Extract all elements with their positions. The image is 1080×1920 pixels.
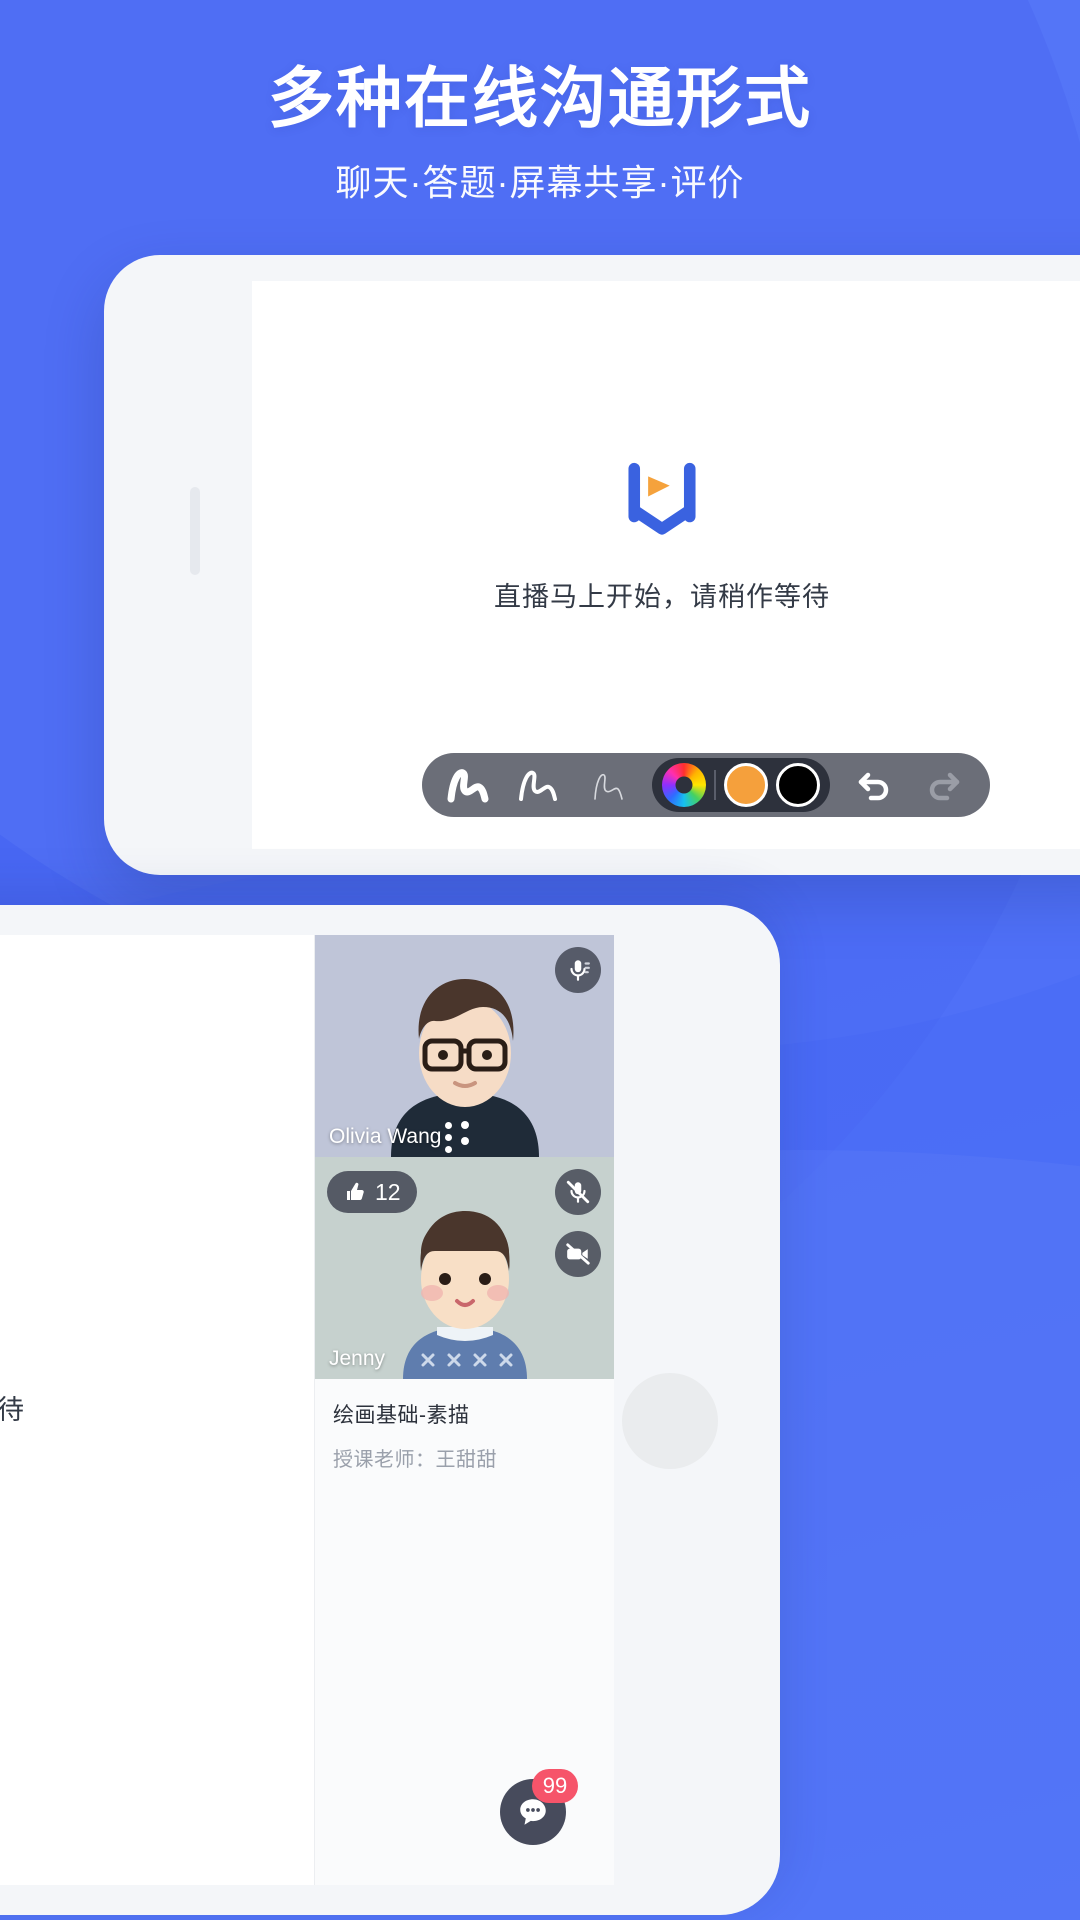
teacher-more-menu-icon[interactable] [445, 1122, 452, 1153]
pen-medium-icon [519, 770, 557, 801]
live-waiting-text-bottom: 直播马上开始，请稍作等待 [0, 1394, 25, 1425]
tablet-top-screen: 直播马上开始，请稍作等待 [252, 281, 1080, 849]
pen-thin-button[interactable] [576, 753, 640, 817]
participant-name-teacher: Olivia Wang [329, 1125, 442, 1148]
hero-text-block: 多种在线沟通形式 聊天·答题·屏幕共享·评价 [0, 60, 1080, 206]
camera-off-icon [566, 1243, 590, 1265]
mic-muted-icon [566, 1180, 590, 1204]
redo-icon [929, 772, 960, 801]
tablet-device-bottom: 直播马上开始，请稍作等待 [0, 905, 780, 1915]
course-info-block: 绘画基础-素描 授课老师：王甜甜 [315, 1379, 614, 1478]
device-sensor-bar [190, 487, 200, 575]
undo-button[interactable] [842, 753, 906, 817]
pen-medium-button[interactable] [506, 753, 570, 817]
page-subtitle: 聊天·答题·屏幕共享·评价 [335, 161, 745, 203]
undo-icon [858, 772, 889, 801]
chat-unread-badge: 99 [532, 1769, 578, 1803]
color-black-swatch[interactable] [776, 763, 820, 807]
like-count-value: 12 [375, 1178, 401, 1205]
color-divider [714, 770, 716, 800]
promo-screen: 多种在线沟通形式 聊天·答题·屏幕共享·评价 直播马上开始，请稍作等待 待 Ol… [0, 0, 1080, 1920]
pen-thick-button[interactable] [436, 753, 500, 817]
color-wheel-swatch[interactable] [662, 763, 706, 807]
participant-tile-teacher[interactable]: Olivia Wang [315, 935, 614, 1157]
participants-sidebar: Olivia Wang 12 Jenny 绘画基础-素描 授课老师：王甜甜 99 [314, 935, 614, 1885]
device-home-button[interactable] [622, 1373, 718, 1469]
color-orange-swatch[interactable] [724, 763, 768, 807]
wps-logo [628, 462, 696, 535]
thumbs-up-icon [347, 1182, 364, 1200]
course-teacher: 授课老师：王甜甜 [333, 1449, 497, 1471]
tablet-device-top: 直播马上开始，请稍作等待 [104, 255, 1080, 875]
pen-thin-icon [594, 773, 623, 800]
live-waiting-text: 直播马上开始，请稍作等待 [494, 581, 830, 612]
teacher-mic-button[interactable] [555, 947, 601, 993]
tablet-bottom-screen: 直播马上开始，请稍作等待 [0, 935, 614, 1885]
classroom-stage-area: 直播马上开始，请稍作等待 [0, 935, 314, 1885]
like-count-badge: 12 [327, 1171, 417, 1213]
course-title: 绘画基础-素描 [333, 1404, 470, 1427]
student-camera-off-button[interactable] [555, 1231, 601, 1277]
mic-active-icon [570, 960, 590, 981]
page-title: 多种在线沟通形式 [268, 61, 812, 135]
participant-name-student: Jenny [329, 1347, 386, 1370]
live-waiting-area-bottom: 直播马上开始，请稍作等待 [0, 935, 314, 1885]
color-picker-group-top[interactable] [652, 758, 830, 812]
pen-thick-icon [447, 769, 489, 803]
participant-tile-student[interactable]: 12 Jenny [315, 1157, 614, 1379]
annotation-toolbar-top[interactable] [422, 753, 990, 817]
chat-button-wrapper[interactable]: 99 [500, 1769, 578, 1845]
student-mic-muted-button[interactable] [555, 1169, 601, 1215]
redo-button[interactable] [912, 753, 976, 817]
